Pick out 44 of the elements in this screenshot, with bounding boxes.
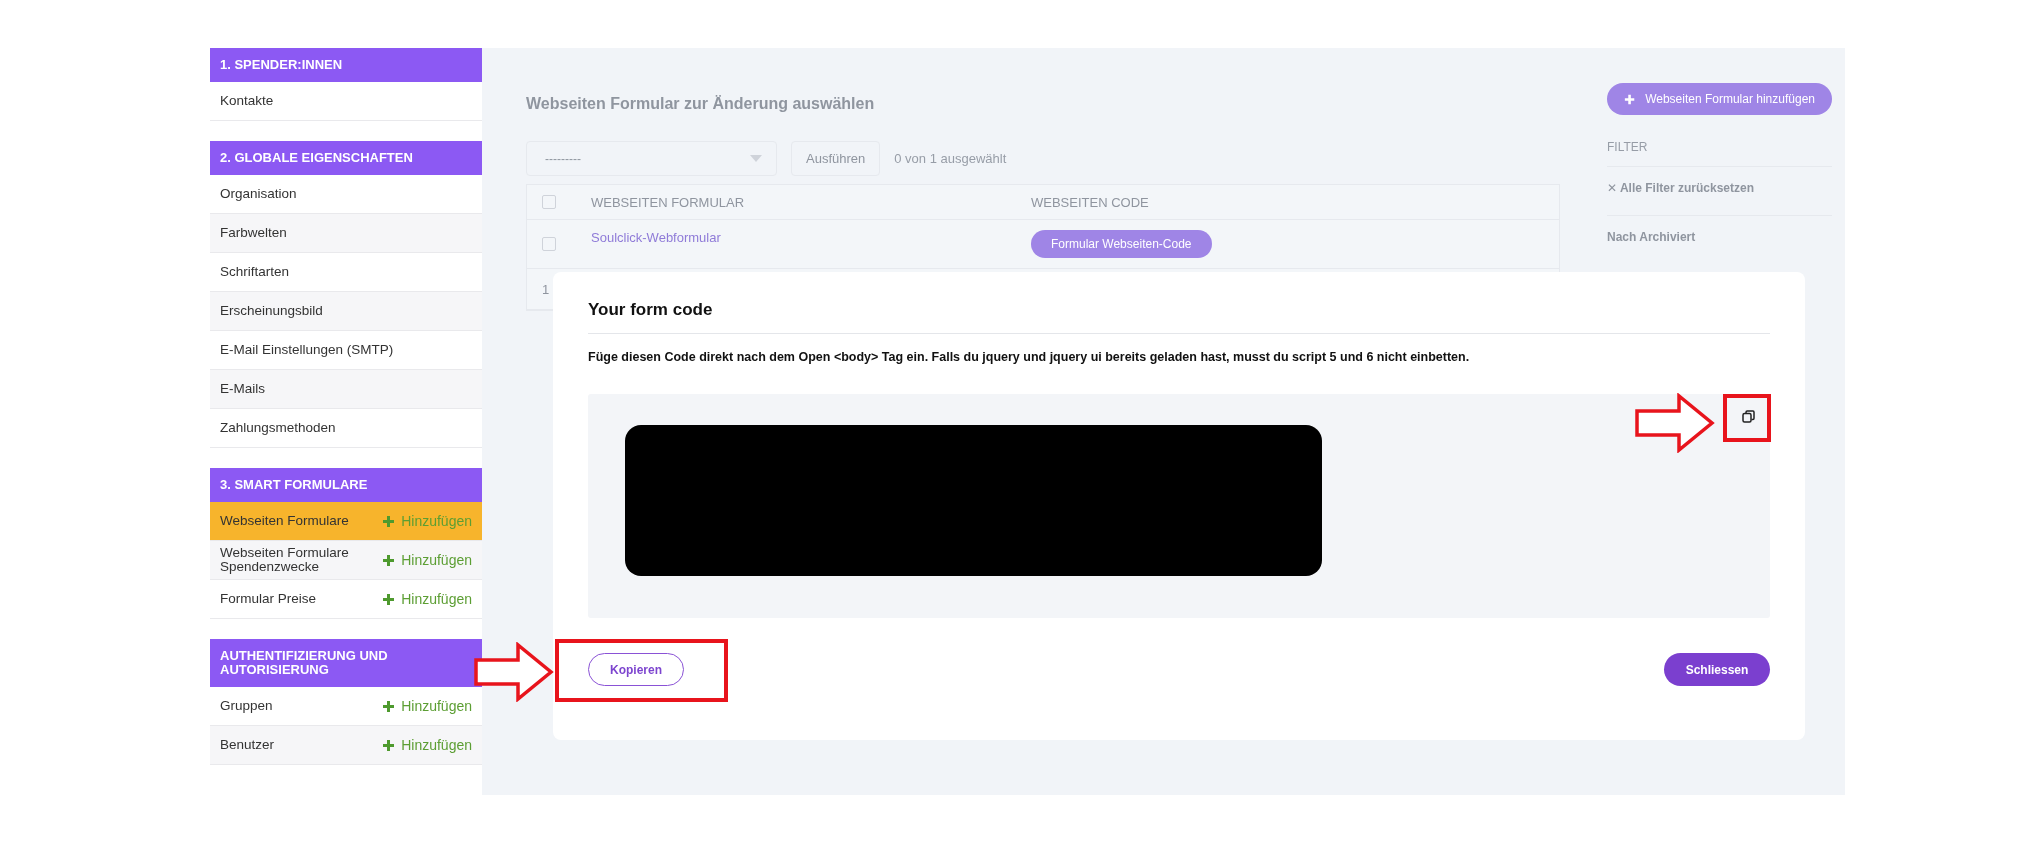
item-label: Organisation	[220, 187, 297, 201]
plus-icon	[382, 514, 396, 528]
checkbox[interactable]	[542, 237, 556, 251]
column-header: WEBSEITEN CODE	[1031, 194, 1149, 210]
item-label: Erscheinungsbild	[220, 304, 323, 318]
item-label: Zahlungsmethoden	[220, 421, 336, 435]
section-header: 1. SPENDER:INNEN	[210, 48, 482, 82]
item-label: Formular Preise	[220, 592, 317, 606]
item-label: E-Mails	[220, 382, 265, 396]
modal-description: Füge diesen Code direkt nach dem Open <body> Tag ein. Falls du jquery und jquery ui bereits geladen hast, musst du script 5 und 6 nicht einbetten.	[588, 350, 1471, 364]
item-label: Webseiten Formulare Spendenzwecke	[220, 546, 350, 574]
plus-icon	[382, 553, 396, 567]
section-header: 3. SMART FORMULARE	[210, 468, 482, 502]
page-title: Webseiten Formular zur Änderung auswählen	[526, 95, 876, 113]
copy-icon[interactable]	[1741, 409, 1755, 423]
item-label: Benutzer	[220, 738, 275, 752]
filter-group: Nach Archiviert	[1607, 216, 1832, 258]
table-footer: 1	[542, 281, 550, 297]
item-label: Schriftarten	[220, 265, 290, 279]
modal-title: Your form code	[588, 300, 1770, 334]
item-label: E-Mail Einstellungen (SMTP)	[220, 343, 394, 357]
sidebar-item[interactable]: E-Mails	[210, 370, 482, 409]
sidebar-item[interactable]: Benutzer Hinzufügen	[210, 726, 482, 765]
plus-icon	[382, 699, 396, 713]
plus-icon	[1624, 92, 1636, 106]
caret-icon	[750, 155, 762, 162]
sidebar-item[interactable]: Webseiten Formulare Hinzufügen	[210, 502, 482, 541]
plus-icon	[382, 738, 396, 752]
filter-title: FILTER	[1607, 140, 1832, 167]
checkbox[interactable]	[542, 195, 556, 209]
sidebar-item[interactable]: Farbwelten	[210, 214, 482, 253]
copy-button[interactable]: Kopieren	[588, 653, 684, 686]
item-label: Gruppen	[220, 699, 273, 713]
item-label: Webseiten Formulare	[220, 514, 349, 528]
item-label: Kontakte	[220, 94, 274, 108]
close-button[interactable]: Schliessen	[1664, 653, 1770, 686]
plus-icon	[382, 592, 396, 606]
section-header: 2. GLOBALE EIGENSCHAFTEN	[210, 141, 482, 175]
selection-count: 0 von 1 ausgewählt	[894, 151, 1007, 166]
sidebar-item[interactable]: Erscheinungsbild	[210, 292, 482, 331]
column-header: WEBSEITEN FORMULAR	[591, 194, 746, 210]
sidebar-item[interactable]: Webseiten Formulare Spendenzwecke Hinzufügen	[210, 541, 482, 580]
item-label: Farbwelten	[220, 226, 287, 240]
section-header: AUTHENTIFIZIERUNG UND AUTORISIERUNG	[210, 639, 482, 687]
